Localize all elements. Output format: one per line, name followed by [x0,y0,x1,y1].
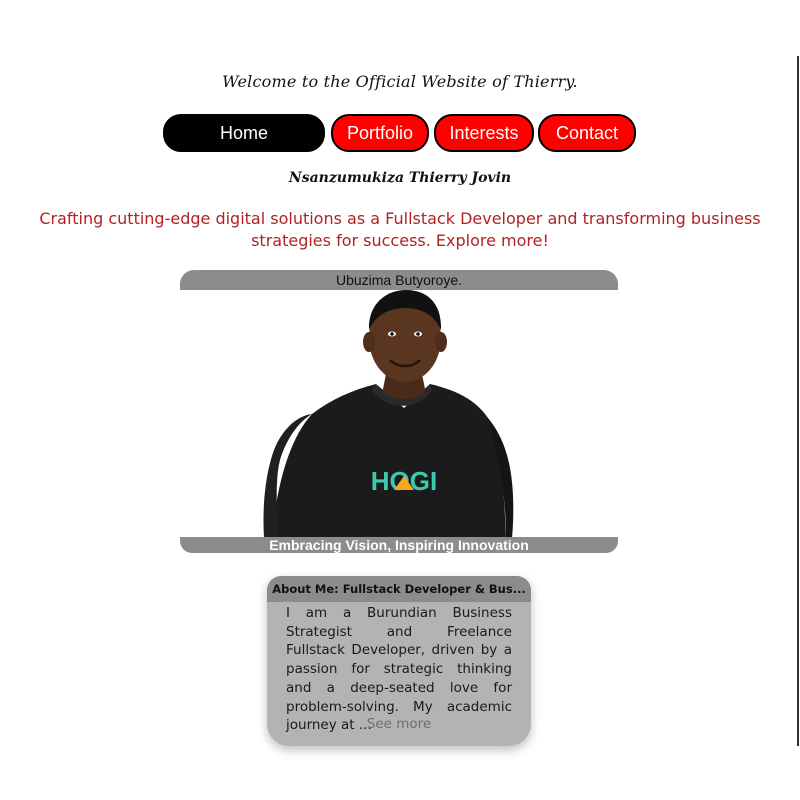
tagline: Crafting cutting-edge digital solutions … [39,209,761,250]
nav-interests-button[interactable]: Interests [434,114,534,152]
person-photo-icon: HOGI [263,290,514,538]
profile-card-footer: Embracing Vision, Inspiring Innovation [180,537,618,553]
page-edge-rule [797,56,799,746]
profile-card: Ubuzima Butyoroye. Embracing Vision, Ins… [180,270,618,553]
owner-name: Nsanzumukiza Thierry Jovin [288,170,512,186]
welcome-heading: Welcome to the Official Website of Thier… [222,72,578,91]
page: Welcome to the Official Website of Thier… [0,0,800,800]
nav-home-button[interactable]: Home [163,114,325,152]
profile-photo: HOGI [180,290,618,538]
about-card: About Me: Fullstack Developer & Bus... I… [267,576,531,746]
see-more-link[interactable]: See more [267,716,531,732]
main-nav: Home Portfolio Interests Contact [0,114,800,152]
nav-portfolio-button[interactable]: Portfolio [331,114,429,152]
profile-card-header: Ubuzima Butyoroye. [180,270,618,290]
about-card-title: About Me: Fullstack Developer & Bus... [267,576,531,602]
nav-contact-button[interactable]: Contact [538,114,636,152]
